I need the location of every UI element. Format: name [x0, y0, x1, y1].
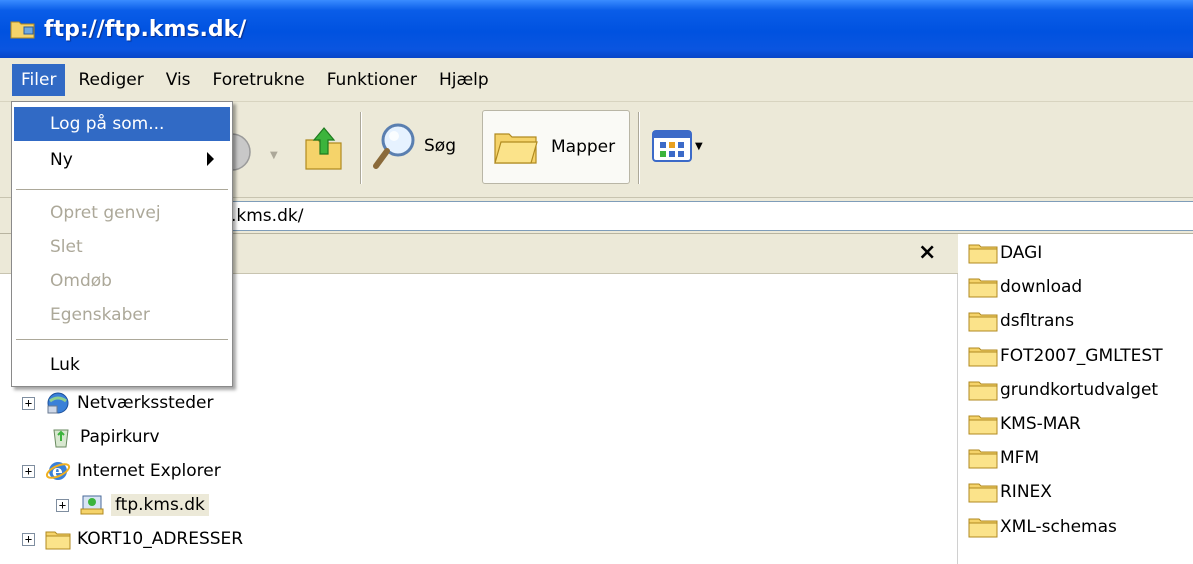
folder-icon	[968, 449, 998, 469]
menu-item-label: Slet	[50, 237, 83, 257]
tree-item-kort10-adresser[interactable]: + KORT10_ADRESSER	[22, 524, 243, 554]
file-list-item-label: DAGI	[1000, 243, 1043, 263]
menu-foretrukne[interactable]: Foretrukne	[204, 64, 314, 96]
menu-item-omdob: Omdøb	[14, 264, 230, 298]
folder-icon	[968, 518, 998, 538]
menu-separator	[16, 339, 228, 340]
file-list-item-label: grundkortudvalget	[1000, 379, 1159, 400]
menu-item-log-pa-som[interactable]: Log på som...	[14, 107, 230, 141]
ftp-server-icon	[80, 495, 104, 515]
recycle-bin-icon	[53, 429, 69, 448]
folder-icon	[968, 415, 998, 435]
views-icon	[652, 130, 692, 162]
search-label: Søg	[424, 136, 456, 156]
file-list-item-label: dsfltrans	[1000, 311, 1075, 332]
expand-icon[interactable]: +	[22, 396, 35, 410]
forward-dropdown-icon[interactable]: ▼	[270, 150, 278, 161]
tree-item-papirkurv[interactable]: Papirkurv	[48, 422, 160, 452]
menu-rediger[interactable]: Rediger	[69, 64, 152, 96]
file-list-item[interactable]: KMS-MAR	[968, 407, 1081, 441]
views-button[interactable]: ▼	[652, 130, 703, 162]
tree-item-netvaerkssteder[interactable]: + Netværkssteder	[22, 388, 214, 418]
file-list-item-label: XML-schemas	[1000, 516, 1117, 537]
menu-item-ny[interactable]: Ny	[14, 143, 230, 177]
up-folder-icon	[305, 127, 342, 170]
file-list-item[interactable]: download	[968, 270, 1082, 304]
file-list-item[interactable]: DAGI	[968, 236, 1042, 270]
file-list-item[interactable]: XML-schemas	[968, 510, 1117, 544]
menu-item-slet: Slet	[14, 230, 230, 264]
search-button[interactable]: Søg	[372, 120, 456, 172]
folders-icon	[494, 133, 538, 164]
title-bar: ftp://ftp.kms.dk/	[0, 0, 1193, 58]
tree-item-label: Internet Explorer	[77, 461, 221, 481]
window-title: ftp://ftp.kms.dk/	[44, 16, 247, 42]
tree-item-label: Netværkssteder	[77, 393, 214, 413]
folder-icon	[968, 483, 998, 503]
expand-icon[interactable]: +	[22, 532, 35, 546]
menu-bar: Filer Rediger Vis Foretrukne Funktioner …	[0, 58, 1193, 102]
file-list-item[interactable]: RINEX	[968, 475, 1052, 509]
file-list-item[interactable]: MFM	[968, 441, 1039, 475]
menu-item-label: Log på som...	[50, 114, 165, 134]
menu-hjaelp[interactable]: Hjælp	[430, 64, 498, 96]
tree-item-internet-explorer[interactable]: + e Internet Explorer	[22, 456, 221, 486]
close-pane-icon[interactable]: ×	[918, 240, 936, 265]
tree-item-label: ftp.kms.dk	[111, 494, 209, 516]
menu-item-label: Opret genvej	[50, 203, 161, 223]
menu-item-label: Ny	[50, 150, 73, 170]
file-menu-dropdown: Log på som... Ny Opret genvej Slet Omdøb…	[11, 101, 233, 387]
file-list-pane: DAGI download dsfltrans FOT2007_GMLTESTgrun…	[962, 234, 1193, 564]
folder-icon	[968, 347, 998, 367]
file-list-item-label: RINEX	[1000, 482, 1052, 503]
folder-icon	[45, 531, 71, 550]
folder-icon	[968, 381, 998, 401]
search-icon	[373, 123, 415, 169]
menu-filer[interactable]: Filer	[12, 63, 66, 96]
menu-item-label: Omdøb	[50, 271, 112, 291]
tree-item-ftp-kms[interactable]: + ftp.kms.dk	[56, 490, 209, 520]
menu-separator	[16, 189, 228, 190]
tree-item-label: KORT10_ADRESSER	[77, 529, 244, 549]
file-list-item-label: KMS-MAR	[1000, 414, 1081, 434]
network-places-icon	[47, 392, 69, 414]
file-list-item-label: FOT2007_GMLTEST	[1000, 345, 1163, 366]
file-list-item[interactable]: grundkortudvalget	[968, 373, 1158, 407]
folders-button[interactable]: Mapper	[482, 110, 630, 184]
folder-icon	[968, 244, 998, 264]
expand-icon[interactable]: +	[22, 464, 35, 478]
folders-label: Mapper	[551, 137, 616, 157]
file-list-item-label: download	[1000, 277, 1083, 298]
submenu-arrow-icon	[207, 152, 214, 166]
file-list-item-label: MFM	[1000, 448, 1040, 469]
forward-arrow-icon	[232, 133, 251, 171]
folder-icon	[968, 312, 998, 332]
menu-funktioner[interactable]: Funktioner	[318, 64, 426, 96]
toolbar-separator	[638, 112, 640, 184]
tree-item-label: Papirkurv	[80, 427, 160, 447]
file-list-item[interactable]: dsfltrans	[968, 304, 1074, 338]
internet-explorer-icon: e	[45, 462, 71, 482]
views-dropdown-icon[interactable]: ▼	[695, 141, 703, 152]
menu-item-luk[interactable]: Luk	[14, 348, 230, 382]
file-list-item[interactable]: FOT2007_GMLTEST	[968, 339, 1163, 373]
menu-item-label: Luk	[50, 355, 80, 375]
up-folder-button[interactable]	[302, 122, 346, 174]
ftp-folder-icon	[10, 21, 35, 39]
toolbar-separator	[360, 112, 362, 184]
forward-button[interactable]	[232, 132, 258, 172]
address-input[interactable]: .kms.dk/	[150, 201, 1193, 231]
expand-icon[interactable]: +	[56, 498, 69, 512]
menu-item-opret-genvej: Opret genvej	[14, 196, 230, 230]
menu-item-label: Egenskaber	[50, 305, 150, 325]
menu-item-egenskaber: Egenskaber	[14, 298, 230, 332]
address-value: .kms.dk/	[231, 206, 304, 226]
menu-vis[interactable]: Vis	[157, 64, 200, 96]
folder-icon	[968, 278, 998, 298]
